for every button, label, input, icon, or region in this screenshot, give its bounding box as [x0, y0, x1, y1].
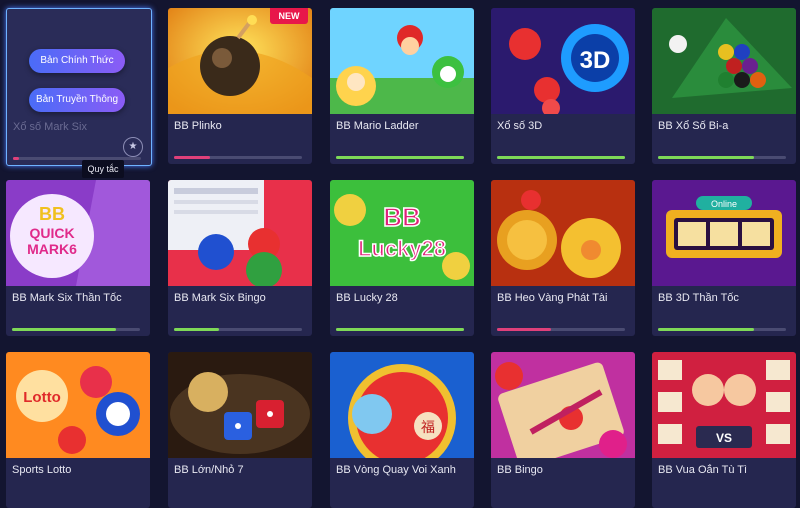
progress-bar [174, 156, 302, 159]
progress-bar [497, 328, 625, 331]
progress-bar [658, 156, 786, 159]
traditional-version-button[interactable]: Bản Truyền Thông [29, 88, 125, 112]
game-card-heo-vang[interactable]: BB Heo Vàng Phát Tài [491, 180, 635, 336]
lucky28-bb: BB [383, 202, 421, 232]
mark-six-bingo-thumbnail [168, 180, 312, 286]
3d-than-toc-thumbnail: Online [652, 180, 796, 286]
progress-fill [336, 328, 464, 331]
progress-fill [497, 328, 551, 331]
quick-mark6-thumbnail: BB QUICK MARK6 [6, 180, 150, 286]
progress-fill [174, 156, 210, 159]
rock-paper-scissors-thumbnail: VS [652, 352, 796, 458]
fu-character: 福 [421, 419, 435, 435]
progress-fill [336, 156, 464, 159]
game-title: BB Heo Vàng Phát Tài [497, 292, 608, 304]
progress-bar [174, 328, 302, 331]
quick-mark6-bb: BB [39, 204, 65, 224]
game-title: BB Mark Six Thần Tốc [12, 292, 122, 304]
elephant-wheel-thumbnail: 福 [330, 352, 474, 458]
online-text: Online [711, 199, 737, 209]
progress-fill [658, 328, 754, 331]
golden-pig-thumbnail [491, 180, 635, 286]
new-badge: NEW [270, 8, 308, 24]
game-title: BB Lớn/Nhỏ 7 [174, 464, 244, 476]
dice-thumbnail [168, 352, 312, 458]
star-icon[interactable]: ★ [123, 137, 143, 157]
lucky28-text: Lucky28 [358, 236, 446, 261]
quick-mark6-mark6: MARK6 [27, 241, 77, 257]
progress-bar [497, 156, 625, 159]
game-card-xo-so-bi-a[interactable]: BB Xổ Số Bi-a [652, 8, 796, 164]
game-card-plinko[interactable]: NEW BB Plinko [168, 8, 312, 164]
xo-so-3d-thumbnail: 3D [491, 8, 635, 114]
progress-bar [336, 328, 464, 331]
game-title: BB Vòng Quay Voi Xanh [336, 464, 456, 476]
billiards-thumbnail [652, 8, 796, 114]
progress-fill [658, 156, 754, 159]
lotto-text: Lotto [23, 389, 60, 406]
game-title: Sports Lotto [12, 464, 72, 476]
progress-bar [12, 328, 140, 331]
progress-bar [658, 328, 786, 331]
vs-text: VS [716, 431, 732, 445]
sports-lotto-thumbnail: Lotto [6, 352, 150, 458]
official-version-button[interactable]: Bản Chính Thức [29, 49, 125, 73]
game-card-3d-than-toc[interactable]: Online BB 3D Thần Tốc [652, 180, 796, 336]
game-card-mark-six-than-toc[interactable]: BB QUICK MARK6 BB Mark Six Thần Tốc [6, 180, 150, 336]
mario-ladder-thumbnail [330, 8, 474, 114]
game-grid: Bản Chính Thức Bản Truyền Thông Xổ số Ma… [0, 0, 800, 508]
game-title: Xổ số Mark Six [13, 121, 87, 133]
quick-mark6-quick: QUICK [29, 225, 74, 241]
lucky28-thumbnail: BB Lucky28 [330, 180, 474, 286]
game-title: BB Plinko [174, 120, 222, 132]
bingo-thumbnail [491, 352, 635, 458]
game-card-lucky-28[interactable]: BB Lucky28 BB Lucky 28 [330, 180, 474, 336]
game-card-mark-six[interactable]: Bản Chính Thức Bản Truyền Thông Xổ số Ma… [6, 8, 152, 166]
game-title: BB 3D Thần Tốc [658, 292, 739, 304]
game-card-mark-six-bingo[interactable]: BB Mark Six Bingo [168, 180, 312, 336]
game-title: BB Vua Oẳn Tù Tì [658, 464, 748, 476]
game-title: BB Mark Six Bingo [174, 292, 266, 304]
game-title: BB Bingo [497, 464, 543, 476]
progress-fill [12, 328, 116, 331]
game-title: BB Mario Ladder [336, 120, 419, 132]
game-card-xo-so-3d[interactable]: 3D Xổ số 3D [491, 8, 635, 164]
progress-bar [336, 156, 464, 159]
progress-fill [13, 157, 19, 160]
game-title: BB Xổ Số Bi-a [658, 120, 729, 132]
rules-tooltip: Quy tắc [82, 160, 124, 178]
game-title: Xổ số 3D [497, 120, 543, 132]
progress-fill [497, 156, 625, 159]
game-title: BB Lucky 28 [336, 292, 398, 304]
game-card-mario-ladder[interactable]: BB Mario Ladder [330, 8, 474, 164]
progress-fill [174, 328, 219, 331]
three-d-text: 3D [580, 47, 611, 74]
